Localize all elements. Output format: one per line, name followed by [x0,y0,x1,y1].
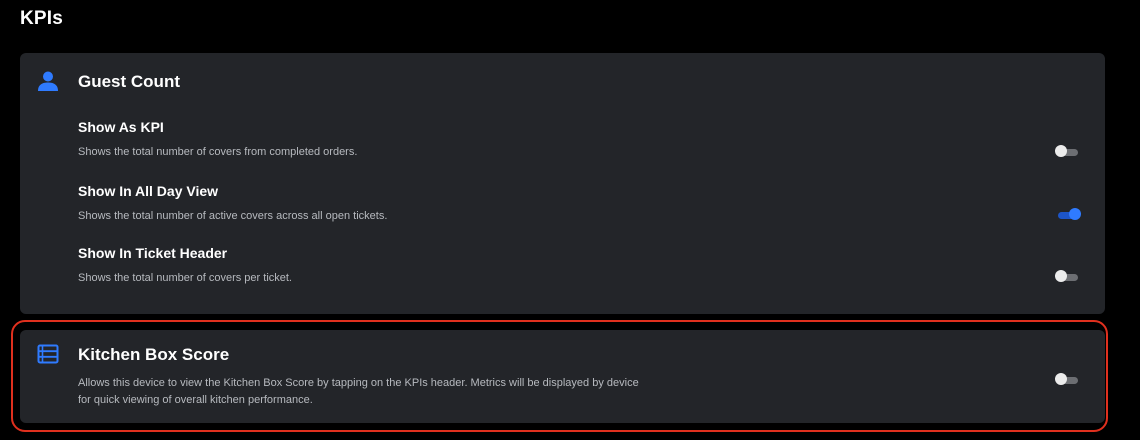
kitchen-box-score-toggle[interactable] [1055,373,1081,387]
toggle-knob [1055,145,1067,157]
box-score-icon [37,343,59,365]
person-icon [37,70,59,92]
setting-show-in-ticket-header: Show In Ticket Header Shows the total nu… [78,245,1088,295]
setting-show-as-kpi: Show As KPI Shows the total number of co… [78,119,1088,169]
setting-description: Shows the total number of covers from co… [78,146,358,158]
setting-show-in-all-day-view: Show In All Day View Shows the total num… [78,183,1088,233]
guest-count-title: Guest Count [78,72,180,91]
setting-title: Show As KPI [78,119,164,135]
kpis-settings-page: KPIs Guest Count Show As KPI Shows the t… [0,0,1140,440]
kitchen-box-score-description: Allows this device to view the Kitchen B… [78,375,758,409]
show-in-all-day-view-toggle[interactable] [1055,208,1081,222]
toggle-knob [1069,208,1081,220]
kitchen-box-score-card: Kitchen Box Score Allows this device to … [20,330,1105,423]
setting-description: Shows the total number of active covers … [78,210,388,222]
show-in-ticket-header-toggle[interactable] [1055,270,1081,284]
description-line: Allows this device to view the Kitchen B… [78,377,639,389]
description-line: for quick viewing of overall kitchen per… [78,394,313,406]
setting-title: Show In Ticket Header [78,245,228,261]
page-title: KPIs [20,8,64,29]
guest-count-card: Guest Count Show As KPI Shows the total … [20,53,1105,314]
setting-description: Shows the total number of covers per tic… [78,272,292,284]
setting-title: Show In All Day View [78,183,219,199]
toggle-knob [1055,270,1067,282]
show-as-kpi-toggle[interactable] [1055,145,1081,159]
toggle-knob [1055,373,1067,385]
kitchen-box-score-title: Kitchen Box Score [78,345,230,364]
